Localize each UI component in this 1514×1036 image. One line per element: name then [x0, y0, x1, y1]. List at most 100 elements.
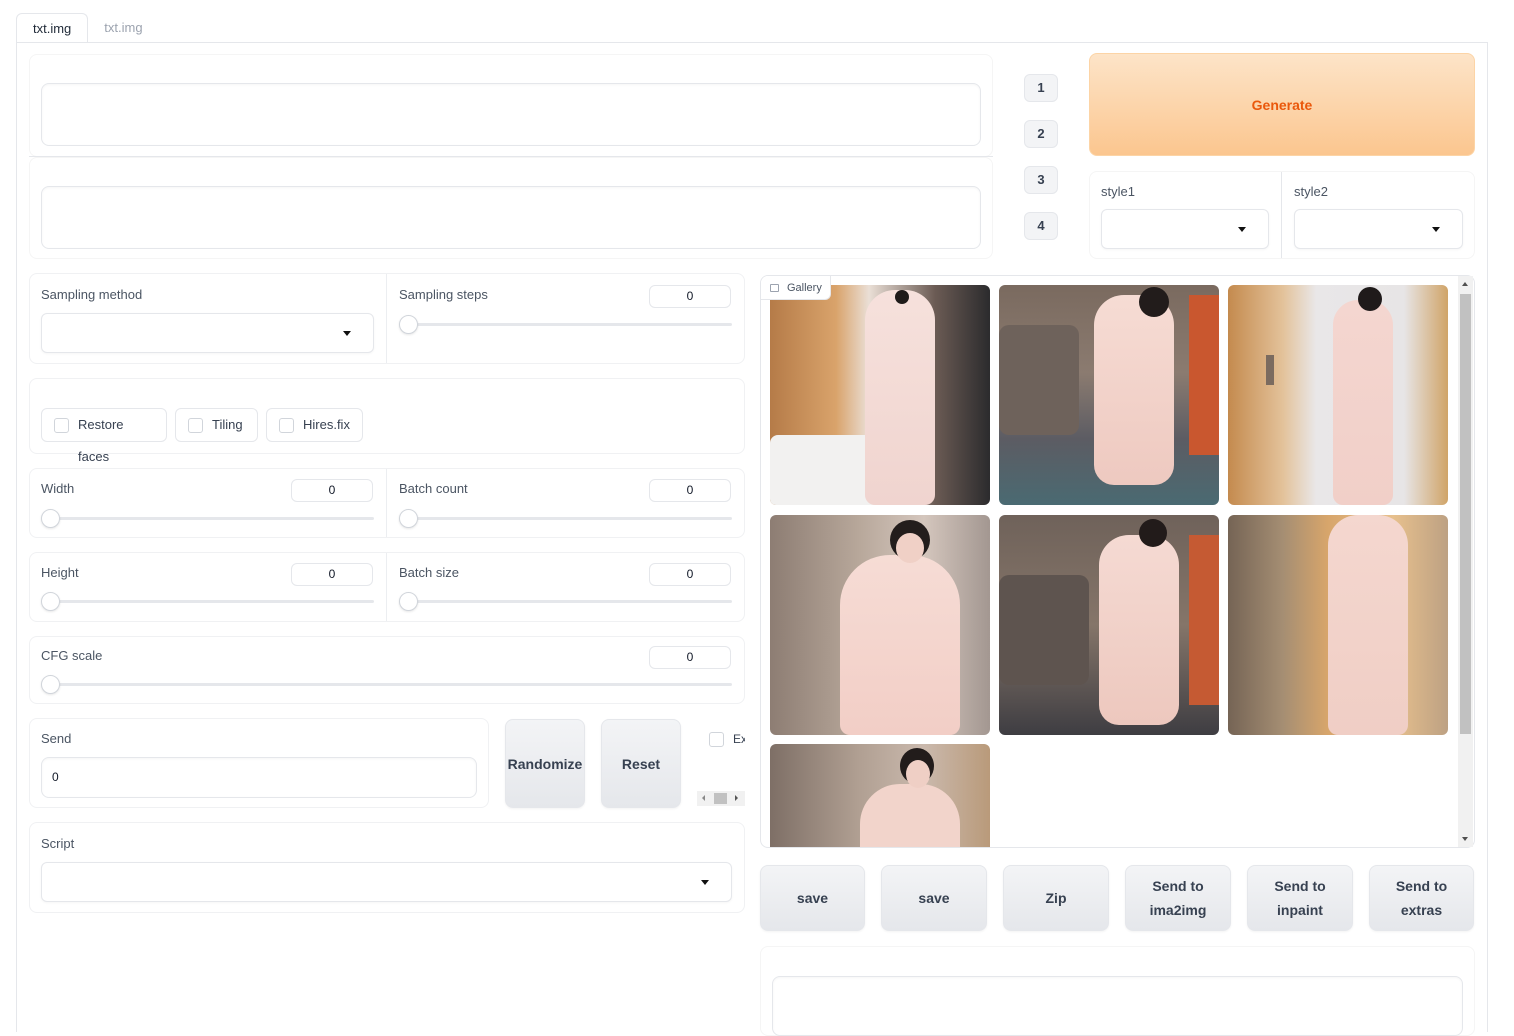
photo-figure [860, 784, 960, 847]
button-label-line2: inpaint [1277, 902, 1323, 918]
script-label: Script [41, 836, 75, 851]
cfg-scale-slider-track[interactable] [41, 683, 732, 686]
gallery-thumbnail[interactable] [770, 744, 990, 847]
send-to-inpaint-button[interactable]: Send to inpaint [1247, 865, 1353, 931]
batch-count-input[interactable]: 0 [649, 479, 731, 502]
tiling-label: Tiling [212, 417, 243, 432]
toolbar-button-2[interactable]: 2 [1024, 120, 1058, 148]
gallery-thumbnail[interactable] [999, 515, 1219, 735]
divider [386, 469, 387, 537]
checkbox-box[interactable] [54, 418, 69, 433]
width-slider-track[interactable] [41, 517, 374, 520]
gallery: Gallery [760, 275, 1475, 848]
reset-button[interactable]: Reset [601, 719, 681, 808]
height-slider-handle[interactable] [41, 592, 60, 611]
scrollbar-thumb[interactable] [714, 793, 727, 804]
save-secondary-button[interactable]: save [881, 865, 987, 931]
batch-size-input[interactable]: 0 [649, 563, 731, 586]
tab-bar: txt.img txt.img [16, 13, 159, 43]
batch-size-slider-handle[interactable] [399, 592, 418, 611]
seed-label: Send [41, 731, 72, 746]
photo-handle [1266, 355, 1274, 385]
photo-hair [1139, 287, 1169, 317]
gallery-thumbnail[interactable] [999, 285, 1219, 505]
generation-info-textbox[interactable] [772, 976, 1463, 1036]
scroll-left-icon[interactable] [702, 795, 705, 801]
chevron-down-icon [1432, 227, 1440, 232]
cfg-scale-slider-handle[interactable] [41, 675, 60, 694]
tiling-checkbox[interactable]: Tiling [175, 408, 258, 442]
batch-count-slider-track[interactable] [399, 517, 732, 520]
batch-size-slider-track[interactable] [399, 600, 732, 603]
restore-faces-checkbox[interactable]: Restore faces [41, 408, 167, 464]
checkbox-box[interactable] [188, 418, 203, 433]
width-input[interactable]: 0 [291, 479, 373, 502]
scroll-right-icon[interactable] [735, 795, 738, 801]
batch-count-label: Batch count [399, 481, 468, 496]
hires-fix-label: Hires.fix [303, 417, 350, 432]
extra-label: Ex [733, 732, 745, 746]
zip-button[interactable]: Zip [1003, 865, 1109, 931]
send-to-img2img-button[interactable]: Send to ima2img [1125, 865, 1231, 931]
extra-options-clip: Ex [697, 719, 745, 807]
style1-dropdown[interactable] [1101, 209, 1269, 249]
gallery-thumbnail[interactable] [770, 285, 990, 505]
sampling-divider [386, 274, 387, 363]
toolbar-button-4[interactable]: 4 [1024, 212, 1058, 240]
save-button[interactable]: save [760, 865, 865, 931]
sampling-steps-slider-handle[interactable] [399, 315, 418, 334]
photo-chair [999, 575, 1089, 685]
photo-figure [1094, 295, 1174, 485]
style1-label: style1 [1101, 184, 1135, 199]
chevron-down-icon [701, 880, 709, 885]
tab-txt2img[interactable]: txt.img [16, 13, 89, 43]
send-to-extras-button[interactable]: Send to extras [1369, 865, 1474, 931]
horizontal-scrollbar[interactable] [697, 791, 745, 806]
extra-checkbox[interactable] [709, 732, 724, 747]
style2-dropdown[interactable] [1294, 209, 1463, 249]
gallery-thumbnail[interactable] [770, 515, 990, 735]
width-batch-panel [29, 468, 745, 538]
styles-divider [1281, 172, 1282, 258]
sampling-steps-input[interactable]: 0 [649, 285, 731, 308]
script-dropdown[interactable] [41, 862, 732, 902]
width-slider-handle[interactable] [41, 509, 60, 528]
tab-txt2img-secondary[interactable]: txt.img [88, 13, 158, 43]
photo-button [895, 290, 909, 304]
button-label-line1: Send to [1152, 878, 1204, 894]
photo-figure [1099, 535, 1179, 725]
sampling-steps-label: Sampling steps [399, 287, 488, 302]
photo-hair [1139, 519, 1167, 547]
button-label-line1: Send to [1395, 878, 1448, 894]
cfg-scale-input[interactable]: 0 [649, 646, 731, 669]
image-icon [770, 284, 779, 292]
sampling-steps-slider-track[interactable] [399, 323, 732, 326]
hires-fix-checkbox[interactable]: Hires.fix [266, 408, 363, 442]
chevron-down-icon [1238, 227, 1246, 232]
randomize-button[interactable]: Randomize [505, 719, 585, 808]
gallery-thumbnail[interactable] [1228, 285, 1448, 505]
generate-button[interactable]: Generate [1089, 53, 1475, 156]
batch-count-slider-handle[interactable] [399, 509, 418, 528]
gallery-label: Gallery [761, 276, 831, 300]
gallery-scrollbar[interactable] [1458, 276, 1473, 847]
negative-prompt-input[interactable] [41, 186, 981, 249]
checkbox-box[interactable] [279, 418, 294, 433]
height-input[interactable]: 0 [291, 563, 373, 586]
gallery-thumbnail[interactable] [1228, 515, 1448, 735]
toolbar-button-3[interactable]: 3 [1024, 166, 1058, 194]
toolbar-button-1[interactable]: 1 [1024, 74, 1058, 102]
divider [386, 553, 387, 621]
prompt-input[interactable] [41, 83, 981, 146]
scrollbar-thumb[interactable] [1460, 294, 1471, 734]
photo-hair [1358, 287, 1382, 311]
cfg-panel [29, 636, 745, 704]
photo-face [906, 760, 930, 788]
height-slider-track[interactable] [41, 600, 374, 603]
scroll-down-icon[interactable] [1462, 837, 1468, 841]
seed-input[interactable]: 0 [41, 757, 477, 798]
button-label-line2: extras [1400, 902, 1443, 918]
scroll-up-icon[interactable] [1462, 282, 1468, 286]
sampling-method-dropdown[interactable] [41, 313, 374, 353]
photo-curtain [1189, 295, 1219, 455]
